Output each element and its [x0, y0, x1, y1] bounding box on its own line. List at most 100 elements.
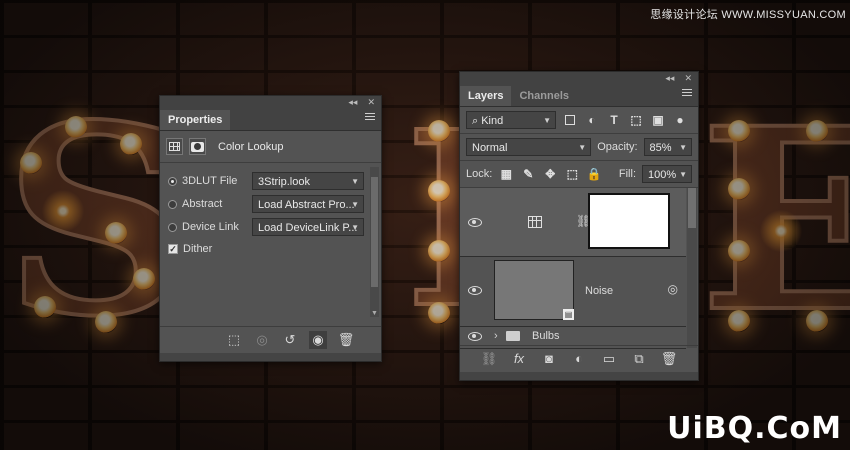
link-layers-icon[interactable]: ⛓ [480, 350, 498, 368]
option-3dlut[interactable]: 3DLUT File 3Strip.look ▼ [168, 172, 364, 190]
light-bulb [728, 310, 750, 332]
grid-icon [169, 142, 180, 151]
light-bulb [806, 120, 828, 142]
watermark-bottom: UiBQ.CoM [667, 411, 842, 446]
select-value: Kind [481, 115, 504, 127]
layer-thumbnail[interactable]: ▤ [494, 260, 574, 320]
lock-all-icon[interactable]: 🔒 [586, 166, 602, 182]
adjustment-header: Color Lookup [160, 131, 381, 163]
visibility-eye-icon[interactable] [468, 218, 482, 227]
filter-pixel-icon[interactable] [562, 112, 578, 128]
reset-icon[interactable]: ↺ [281, 331, 299, 349]
filter-shape-icon[interactable]: ⬚ [628, 112, 644, 128]
fill-input[interactable]: 100% ▼ [642, 165, 692, 183]
light-bulb [105, 222, 127, 244]
device-link-select[interactable]: Load DeviceLink P... ▼ [252, 218, 364, 236]
layers-scrollbar[interactable] [687, 188, 697, 348]
tab-properties[interactable]: Properties [160, 110, 231, 130]
filter-toggle-icon[interactable]: ● [672, 112, 688, 128]
layer-noise[interactable]: ▤ Noise ◎ [460, 256, 686, 327]
add-mask-icon[interactable]: ◙ [540, 350, 558, 368]
select-value: Load Abstract Pro... [258, 199, 355, 211]
blend-mode-select[interactable]: Normal ▼ [466, 138, 592, 156]
option-device-link[interactable]: Device Link Load DeviceLink P... ▼ [168, 218, 364, 236]
light-bulb [728, 120, 750, 142]
fill-value: 100% [648, 169, 677, 181]
light-bulb [428, 240, 450, 262]
filter-smart-object-icon[interactable]: ▣ [650, 112, 666, 128]
watermark-top: 思缘设计论坛 WWW.MISSYUAN.COM [650, 9, 846, 21]
filter-adjustment-icon[interactable]: ◐ [584, 112, 600, 128]
trash-icon[interactable]: 🗑 [660, 350, 678, 368]
visibility-eye-icon[interactable]: ◉ [309, 331, 327, 349]
select-value: Normal [472, 142, 508, 154]
lock-label: Lock: [466, 168, 493, 180]
layer-name: Bulbs [532, 330, 560, 342]
radio-abstract[interactable] [168, 199, 177, 209]
panel-menu-icon[interactable] [365, 113, 375, 122]
chevron-right-icon[interactable]: › [494, 330, 498, 342]
layer-filter-row: ⌕ Kind ▼ ◐ T ⬚ ▣ ● [460, 107, 698, 134]
light-bulb [34, 296, 56, 318]
select-value: 3Strip.look [258, 176, 310, 188]
collapse-icon[interactable]: ◂◂ [665, 72, 674, 84]
visibility-eye-icon[interactable] [468, 332, 482, 341]
collapse-icon[interactable]: ◂◂ [348, 96, 357, 108]
panel-resize-grip[interactable] [460, 372, 698, 380]
panel-menu-icon[interactable] [682, 89, 692, 98]
new-group-icon[interactable]: ▭ [600, 350, 618, 368]
abstract-profile-select[interactable]: Load Abstract Pro... ▼ [252, 195, 364, 213]
visibility-eye-icon[interactable] [468, 286, 482, 295]
scroll-down-icon[interactable]: ▼ [370, 310, 379, 317]
lock-position-icon[interactable]: ✥ [542, 166, 558, 182]
lock-image-icon[interactable]: ✎ [520, 166, 536, 182]
panel-topbar: ◂◂ ✕ [160, 96, 381, 108]
clip-to-layer-icon[interactable]: ⬚ [225, 331, 243, 349]
option-abstract[interactable]: Abstract Load Abstract Pro... ▼ [168, 195, 364, 213]
lock-artboard-icon[interactable]: ⬚ [564, 166, 580, 182]
close-icon[interactable]: ✕ [367, 96, 375, 108]
tab-layers[interactable]: Layers [460, 86, 512, 106]
layer-color-lookup[interactable]: ⛓ [460, 188, 686, 257]
dither-checkbox[interactable]: ✓ [168, 244, 178, 254]
layer-list: ⛓ ▤ Noise ◎ › Bulbs [460, 188, 698, 349]
marquee-letter-e: E [698, 73, 850, 367]
light-bulb [120, 133, 142, 155]
layer-name: Noise [585, 285, 614, 297]
light-bulb [728, 240, 750, 262]
trash-icon[interactable]: 🗑 [337, 331, 355, 349]
smart-filter-icon[interactable]: ◎ [668, 282, 678, 296]
chevron-down-icon: ▼ [679, 143, 687, 152]
chevron-down-icon: ▼ [351, 177, 359, 186]
layer-style-fx-icon[interactable]: fx [510, 350, 528, 368]
radio-3dlut[interactable] [168, 176, 177, 186]
light-bulb [65, 116, 87, 138]
panel-resize-grip[interactable] [160, 353, 381, 361]
radio-device-link[interactable] [168, 222, 177, 232]
panel-topbar: ◂◂ ✕ [460, 72, 698, 84]
search-icon: ⌕ [472, 115, 482, 127]
mask-toggle-icon[interactable] [189, 138, 206, 155]
lock-transparent-icon[interactable]: ▦ [498, 166, 514, 182]
adjustment-title: Color Lookup [218, 140, 284, 153]
properties-scrollbar[interactable]: ▼ [370, 167, 379, 317]
scroll-thumb[interactable] [688, 188, 696, 228]
adjustment-type-icon[interactable] [166, 138, 183, 155]
3dlut-file-select[interactable]: 3Strip.look ▼ [252, 172, 364, 190]
chevron-down-icon: ▼ [679, 170, 687, 179]
color-lookup-adjustment-icon [528, 216, 542, 228]
layer-mask-thumbnail[interactable] [588, 193, 670, 249]
option-label: 3DLUT File [182, 175, 238, 187]
new-adjustment-layer-icon[interactable]: ◐ [570, 350, 588, 368]
scroll-thumb[interactable] [371, 177, 378, 287]
close-icon[interactable]: ✕ [684, 72, 692, 84]
new-layer-icon[interactable]: ⧉ [630, 350, 648, 368]
filter-type-icon[interactable]: T [606, 112, 622, 128]
filter-kind-select[interactable]: ⌕ Kind ▼ [466, 111, 556, 129]
lock-row: Lock: ▦ ✎ ✥ ⬚ 🔒 Fill: 100% ▼ [460, 161, 698, 188]
view-previous-state-icon[interactable]: ◎ [253, 331, 271, 349]
opacity-input[interactable]: 85% ▼ [643, 138, 692, 156]
tab-channels[interactable]: Channels [511, 86, 577, 106]
opacity-label: Opacity: [597, 141, 638, 153]
option-dither[interactable]: ✓ Dither [168, 243, 212, 255]
